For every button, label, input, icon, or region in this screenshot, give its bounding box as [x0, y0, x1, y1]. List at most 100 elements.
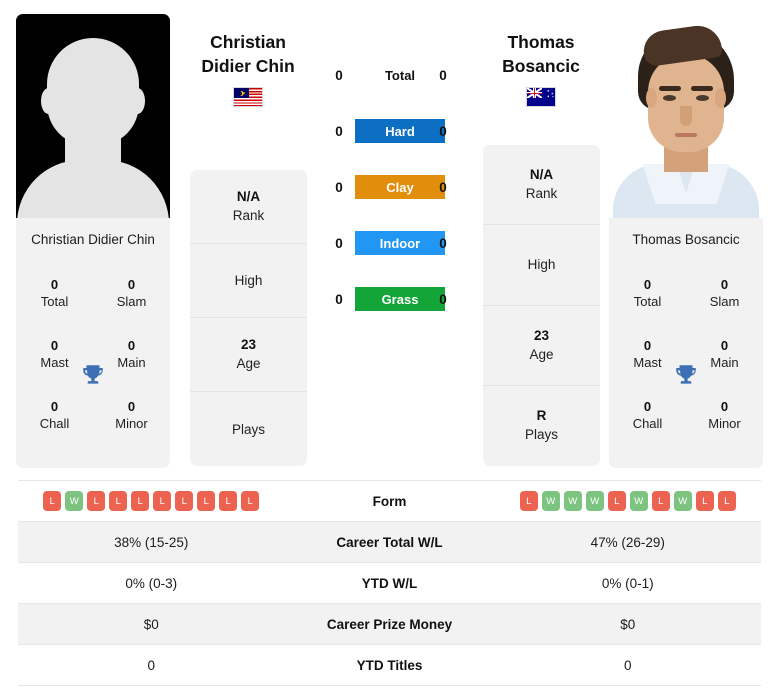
right-plays-label: Plays — [524, 427, 558, 443]
left-info-high: High — [190, 244, 307, 318]
right-title-slam: 0 Slam — [686, 276, 763, 311]
surface-row-grass: 0 Grass 0 — [321, 284, 461, 340]
form-badge-win: W — [541, 491, 560, 511]
form-badge-win: W — [65, 491, 84, 511]
form-badge-loss: L — [131, 491, 150, 511]
form-badge-loss: L — [175, 491, 194, 511]
right-title-minor: 0 Minor — [686, 398, 763, 433]
left-title-slam: 0 Slam — [93, 276, 170, 311]
left-title-total: 0 Total — [16, 276, 93, 311]
right-title-chall: 0 Chall — [609, 398, 686, 433]
form-badge-loss: L — [519, 491, 538, 511]
left-title-chall: 0 Chall — [16, 398, 93, 433]
left-career-prize-money: $0 — [143, 616, 159, 632]
right-career-total-wl: 47% (26-29) — [590, 534, 665, 550]
left-title-mast-value: 0 — [50, 338, 59, 353]
form-badge-win: W — [629, 491, 648, 511]
right-info-column: N/A Rank High 23 Age R Plays — [483, 145, 600, 466]
left-title-chall-value: 0 — [50, 399, 59, 414]
surface-row-indoor: 0 Indoor 0 — [321, 228, 461, 284]
left-rank-value: N/A — [236, 189, 261, 204]
right-title-chall-label: Chall — [632, 416, 663, 431]
right-info-age: 23 Age — [483, 306, 600, 386]
right-hard-wins: 0 — [439, 124, 447, 139]
player-comparison-page: Christian Didier Chin 0 Total 0 Slam 0 M… — [0, 0, 779, 699]
right-info-plays: R Plays — [483, 386, 600, 466]
left-info-plays: Plays — [190, 392, 307, 466]
form-badge-loss: L — [109, 491, 128, 511]
right-title-chall-value: 0 — [643, 399, 652, 414]
left-indoor-wins: 0 — [335, 236, 343, 251]
left-title-total-value: 0 — [50, 277, 59, 292]
left-info-age: 23 Age — [190, 318, 307, 392]
form-badge-win: W — [563, 491, 582, 511]
left-high-label: High — [234, 273, 263, 288]
right-player-name-block: Thomas Bosancic — [481, 30, 601, 107]
right-title-mast-value: 0 — [643, 338, 652, 353]
form-badge-loss: L — [717, 491, 736, 511]
left-clay-wins: 0 — [335, 180, 343, 195]
left-title-minor-label: Minor — [115, 416, 148, 431]
right-titles-grid: 0 Total 0 Slam 0 Mast 0 Main 0 Chall 0 M… — [609, 276, 763, 433]
avatar-ear-left — [41, 88, 56, 114]
row-label-form: Form — [372, 493, 407, 509]
right-total-wins: 0 — [439, 68, 447, 83]
right-title-total-value: 0 — [643, 277, 652, 292]
right-rank-label: Rank — [525, 186, 558, 202]
left-total-wins: 0 — [335, 68, 343, 83]
form-badge-loss: L — [153, 491, 172, 511]
surface-label-indoor: Indoor — [355, 231, 445, 255]
australia-flag-icon — [526, 87, 556, 107]
right-info-rank: N/A Rank — [483, 145, 600, 226]
avatar-body — [17, 160, 169, 218]
surface-label-clay: Clay — [355, 175, 445, 199]
left-player-card[interactable]: Christian Didier Chin 0 Total 0 Slam 0 M… — [16, 14, 170, 468]
left-ytd-wl: 0% (0-3) — [125, 575, 178, 591]
right-plays-value: R — [536, 408, 547, 424]
left-title-minor: 0 Minor — [93, 398, 170, 433]
left-hard-wins: 0 — [335, 124, 343, 139]
right-title-main-value: 0 — [720, 338, 729, 353]
left-player-photo — [16, 14, 170, 218]
form-badge-loss: L — [241, 491, 260, 511]
left-photo-caption: Christian Didier Chin — [31, 232, 155, 247]
left-player-last-name: Didier Chin — [201, 56, 295, 76]
avatar-ear-right — [130, 88, 145, 114]
surface-row-total: 0 Total 0 — [321, 60, 461, 116]
right-player-card[interactable]: Thomas Bosancic 0 Total 0 Slam 0 Mast 0 … — [609, 14, 763, 468]
right-photo-caption: Thomas Bosancic — [632, 232, 740, 247]
left-grass-wins: 0 — [335, 292, 343, 307]
right-indoor-wins: 0 — [439, 236, 447, 251]
surface-label-hard: Hard — [355, 119, 445, 143]
right-title-total-label: Total — [633, 294, 662, 309]
left-player-name-block: Christian Didier Chin — [188, 30, 308, 107]
form-badge-win: W — [585, 491, 604, 511]
right-clay-wins: 0 — [439, 180, 447, 195]
table-row-career-total-wl: 38% (15-25) Career Total W/L 47% (26-29) — [18, 522, 761, 563]
left-age-label: Age — [236, 356, 261, 371]
surface-row-clay: 0 Clay 0 — [321, 172, 461, 228]
left-title-minor-value: 0 — [127, 399, 136, 414]
table-row-form: LWLLLLLLLL Form LWWWLWLWLL — [18, 481, 761, 522]
form-badge-win: W — [673, 491, 692, 511]
right-form-cell: LWWWLWLWLL — [495, 491, 762, 511]
left-age-value: 23 — [240, 337, 257, 352]
table-row-ytd-titles: 0 YTD Titles 0 — [18, 645, 761, 686]
form-badge-loss: L — [43, 491, 62, 511]
left-player-first-name: Christian — [210, 32, 286, 52]
form-badge-loss: L — [607, 491, 626, 511]
left-plays-label: Plays — [231, 421, 265, 437]
malaysia-flag-icon — [233, 87, 263, 107]
row-label-career-prize-money: Career Prize Money — [326, 616, 453, 632]
table-row-ytd-wl: 0% (0-3) YTD W/L 0% (0-1) — [18, 563, 761, 604]
right-high-label: High — [527, 257, 556, 273]
surface-row-hard: 0 Hard 0 — [321, 116, 461, 172]
left-title-total-label: Total — [40, 294, 69, 309]
right-rank-value: N/A — [529, 167, 554, 183]
left-info-column: N/A Rank High 23 Age Plays — [190, 170, 307, 466]
left-rank-label: Rank — [232, 208, 265, 223]
right-title-slam-label: Slam — [709, 294, 740, 309]
right-career-prize-money: $0 — [620, 616, 636, 632]
right-title-minor-value: 0 — [720, 399, 729, 414]
right-age-label: Age — [529, 346, 554, 362]
